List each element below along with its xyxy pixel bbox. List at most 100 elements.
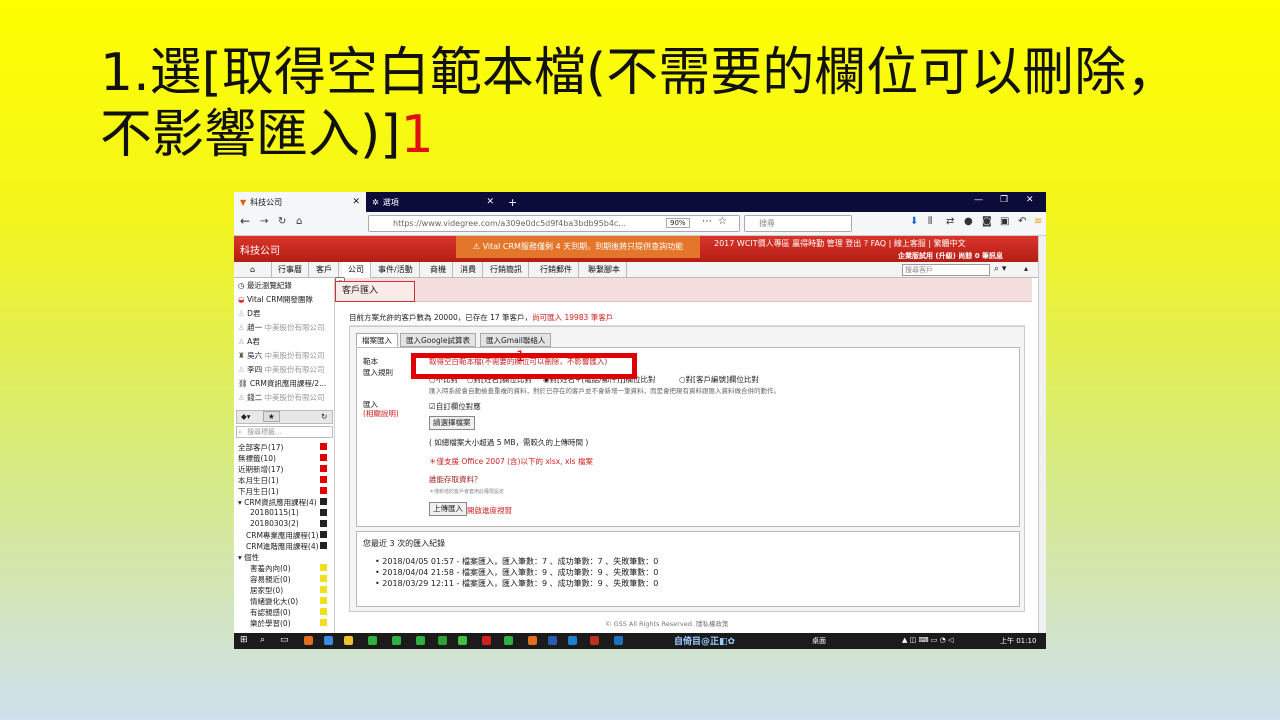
recent-item[interactable]: ♙ 錢二 中美股份有限公司 [238,392,325,403]
import-help-link[interactable]: (相關說明) [363,408,399,419]
search-icon[interactable]: ⌕ ▾ [994,264,1006,274]
app-taskbar-icon[interactable] [504,636,513,645]
filter-item[interactable]: 容易親近(0) [250,574,291,585]
home-icon[interactable]: ⌂ [296,216,302,227]
close-window-icon[interactable]: ✕ [1026,195,1034,205]
menu-item[interactable]: 客戶 [310,262,339,278]
recent-item[interactable]: ♙ D君 [238,308,260,319]
minimize-icon[interactable]: — [974,195,983,205]
folder-taskbar-icon[interactable] [344,636,353,645]
bookmark-star-icon[interactable]: ☆ [718,216,727,227]
upload-import-button[interactable]: 上傳匯入 [429,502,467,516]
menu-item[interactable]: 公司 [342,262,371,278]
close-tab-icon[interactable]: ✕ [486,197,494,207]
menu-item[interactable]: 行銷簡訊 [484,262,529,278]
recent-item[interactable]: ♙ 趙一 中美股份有限公司 [238,322,325,333]
search-icon[interactable]: ⌕ [260,635,265,645]
filter-group[interactable]: ▾ 個性 [238,552,259,563]
recent-history-header[interactable]: ◷ 最近瀏覽紀錄 [238,280,292,291]
recent-item[interactable]: ♙ 李四 中美股份有限公司 [238,364,325,375]
task-view-icon[interactable]: ▭ [280,635,289,645]
app-taskbar-icon[interactable] [568,636,577,645]
filter-item[interactable]: 有認親感(0) [250,607,291,618]
app-taskbar-icon[interactable] [324,636,333,645]
chrome-taskbar-icon[interactable] [368,636,377,645]
auto-match-checkbox[interactable]: ☑自訂欄位對應 [429,401,481,412]
filter-item[interactable]: 本月生日(1) [238,475,279,486]
filter-item[interactable]: 近期新增(17) [238,464,283,475]
new-tab-button[interactable]: + [502,192,522,212]
chat-icon[interactable]: ● [964,216,973,227]
zoom-indicator[interactable]: 90% [666,218,690,228]
close-tab-icon[interactable]: ✕ [352,197,360,207]
filter-item[interactable]: CRM專業應用課程(1) [246,530,319,541]
restore-icon[interactable]: ❐ [1000,195,1008,205]
undo-icon[interactable]: ↶ [1018,216,1026,227]
line-taskbar-icon[interactable] [438,636,447,645]
sync-icon[interactable]: ⇄ [946,216,954,227]
desktop-label[interactable]: 桌面 [812,636,826,646]
download-icon[interactable]: ⬇ [910,216,918,227]
menu-item[interactable]: 行銷郵件 [534,262,579,278]
tag-search-input[interactable]: ⌕ 搜尋標籤... [236,426,333,438]
recent-item[interactable]: ⛓ CRM資訊應用課程/2... [238,378,326,389]
forward-icon[interactable]: → [260,216,268,227]
menu-item[interactable]: 聯繫腳本 [582,262,627,278]
recent-item[interactable]: ♙ A君 [238,336,260,347]
menu-item[interactable]: 事件/活動 [372,262,420,278]
filter-item[interactable]: 20180115(1) [250,508,299,517]
filter-item[interactable]: CRM進階應用課程(4) [246,541,319,552]
tag-icon[interactable]: ◆▾ [241,412,251,421]
crm-brand[interactable]: 科技公司 [240,242,280,257]
firefox-taskbar-icon[interactable] [528,636,537,645]
refresh-icon[interactable]: ↻ [321,412,327,421]
tab-google-sheet[interactable]: 匯入Google試算表 [400,333,476,347]
powerpoint-taskbar-icon[interactable] [590,636,599,645]
reload-icon[interactable]: ↻ [278,216,286,227]
screenshot-icon[interactable]: ◙ [982,216,992,227]
library-icon[interactable]: ⫴ [928,216,932,227]
filter-item[interactable]: 情緒變化大(0) [250,596,298,607]
filter-group[interactable]: ▾ CRM資訊應用課程(4) [238,497,317,508]
collapse-icon[interactable]: ▴ [1024,264,1028,273]
browser-tab-options[interactable]: ✲ 選項 ✕ [366,192,500,212]
tab-gmail-contacts[interactable]: 匯入Gmail聯絡人 [480,333,552,347]
firefox-taskbar-icon[interactable] [304,636,313,645]
menu-item[interactable]: 商機 [424,262,453,278]
access-link[interactable]: 誰能存取資料？ [429,474,482,485]
top-links[interactable]: 2017 WCIT價人專區 贏得時勤 管理 登出 ? FAQ | 線上客服 | … [714,238,966,249]
filter-item[interactable]: 無標籤(10) [238,453,276,464]
reader-icon[interactable]: ▣ [1000,216,1009,227]
edge-taskbar-icon[interactable] [614,636,623,645]
menu-item[interactable]: 消費 [454,262,483,278]
back-icon[interactable]: ← [240,214,250,228]
rule-option[interactable]: ○對[客戶編號]欄位比對 [679,374,759,385]
home-icon[interactable]: ⌂ [234,262,272,278]
menu-icon[interactable]: ≡ [1034,216,1042,227]
app-taskbar-icon[interactable] [392,636,401,645]
filter-item[interactable]: 全部客戶(17) [238,442,283,453]
customer-search-input[interactable]: 搜尋客戶 [902,264,990,276]
filter-item[interactable]: 20180303(2) [250,519,299,528]
recent-item[interactable]: ♜ 吳六 中美股份有限公司 [238,350,325,361]
tab-file-import[interactable]: 檔案匯入 [356,333,398,347]
filter-item[interactable]: 下月生日(1) [238,486,279,497]
page-scrollbar[interactable] [1038,236,1046,633]
browser-tab-active[interactable]: ▼ 科技公司 ✕ [234,192,366,212]
tray-icons[interactable]: ▲ ◫ ⌨ ▭ ◔ ◁ [902,636,953,644]
filter-item[interactable]: 居家型(0) [250,585,283,596]
edition-info[interactable]: 企業版試用 (升級) 尚餘 0 筆訊息 [898,251,1003,261]
filter-item[interactable]: 樂於學習(0) [250,618,291,629]
star-icon[interactable]: ★ [263,411,280,422]
app-taskbar-icon[interactable] [416,636,425,645]
open-progress-link[interactable]: 開啟進度視窗 [467,505,512,516]
word-taskbar-icon[interactable] [548,636,557,645]
vivaldi-taskbar-icon[interactable] [482,636,491,645]
windows-start-icon[interactable]: ⊞ [240,635,248,645]
wechat-taskbar-icon[interactable] [458,636,467,645]
recent-item[interactable]: ◒ Vital CRM開發團隊 [238,294,313,305]
browser-search[interactable]: 搜尋 [744,215,852,232]
menu-item[interactable]: 行事曆 [272,262,309,278]
filter-item[interactable]: 害羞內向(0) [250,563,291,574]
more-icon[interactable]: ⋯ [702,216,712,227]
